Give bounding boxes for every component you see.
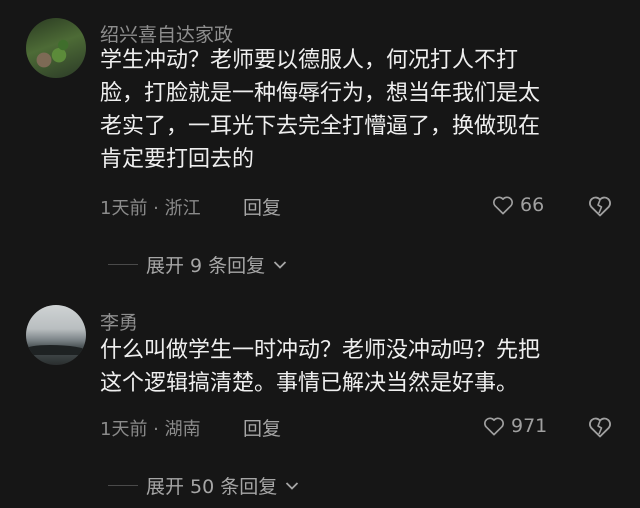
expand-replies-label: 展开 9 条回复: [146, 255, 266, 277]
reply-button[interactable]: 回复: [243, 193, 281, 220]
comment-username[interactable]: 绍兴喜自达家政: [100, 20, 233, 47]
broken-heart-icon[interactable]: [588, 194, 612, 218]
expand-replies-label: 展开 50 条回复: [146, 476, 278, 498]
comment-text: 学生冲动？老师要以德服人，何况打人不打 脸，打脸就是一种侮辱行为，想当年我们是太…: [100, 48, 541, 172]
like-count: 66: [520, 194, 545, 216]
divider-line: [108, 485, 138, 486]
chevron-down-icon: [274, 260, 287, 269]
comment-username[interactable]: 李勇: [100, 308, 138, 335]
comment-text: 什么叫做学生一时冲动？老师没冲动吗？先把 这个逻辑搞清楚。事情已解决当然是好事。: [100, 338, 541, 396]
chevron-down-icon: [286, 481, 299, 490]
divider-line: [108, 264, 138, 265]
broken-heart-icon[interactable]: [588, 415, 612, 439]
heart-outline-icon: [484, 417, 504, 436]
heart-outline-icon: [493, 196, 513, 215]
like-button[interactable]: 66: [492, 194, 544, 216]
like-count: 971: [511, 415, 548, 437]
reply-button[interactable]: 回复: [243, 414, 281, 441]
expand-replies-button[interactable]: 展开 50 条回复: [108, 472, 299, 499]
avatar[interactable]: [26, 18, 86, 78]
like-button[interactable]: 971: [483, 415, 547, 437]
expand-replies-button[interactable]: 展开 9 条回复: [108, 251, 287, 278]
avatar[interactable]: [26, 305, 86, 365]
comment-meta: 1天前 · 湖南: [100, 419, 201, 440]
comment-meta: 1天前 · 浙江: [100, 198, 201, 219]
